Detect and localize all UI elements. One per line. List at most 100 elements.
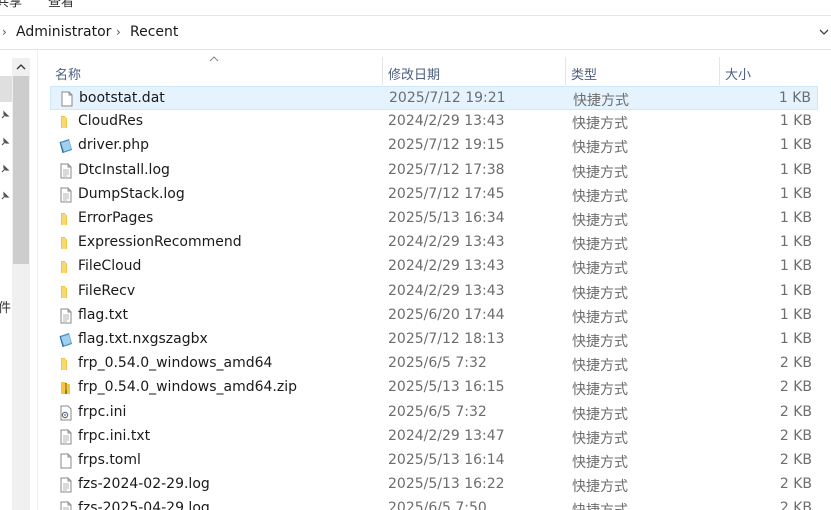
file-type: 快捷方式 (572, 430, 628, 447)
file-name: frp_0.54.0_windows_amd64.zip (78, 379, 298, 396)
file-row[interactable]: DumpStack.log 2025/7/12 17:45 快捷方式 1 KB (50, 183, 818, 207)
folder-icon (61, 237, 67, 250)
file-row[interactable]: frps.toml 2025/5/13 16:14 快捷方式 2 KB (50, 449, 818, 473)
file-size: 1 KB (779, 113, 812, 130)
file-row[interactable]: frp_0.54.0_windows_amd64.zip 2025/5/13 16… (50, 376, 818, 400)
file-row[interactable]: flag.txt 2025/6/20 17:44 快捷方式 1 KB (50, 304, 818, 328)
file-size: 2 KB (779, 427, 812, 444)
scrollbar-thumb[interactable] (13, 76, 29, 264)
chevron-right-icon[interactable]: › (116, 25, 121, 39)
column-date-label: 修改日期 (388, 68, 441, 83)
file-row[interactable]: driver.php 2025/7/12 19:15 快捷方式 1 KB (50, 134, 818, 158)
file-size: 2 KB (779, 355, 812, 372)
file-row[interactable]: ErrorPages 2025/5/13 16:34 快捷方式 1 KB (50, 207, 818, 231)
column-name[interactable]: 名称 (50, 56, 383, 85)
pin-icon[interactable] (0, 164, 10, 174)
ribbon-tabs: 共享 查看 (0, 0, 831, 16)
folder-icon (61, 261, 67, 274)
file-name: frpc.ini.txt (78, 427, 151, 444)
file-type: 快捷方式 (572, 382, 628, 399)
breadcrumb-recent[interactable]: Recent (130, 24, 178, 40)
file-type: 快捷方式 (572, 358, 628, 375)
file-type: 快捷方式 (572, 213, 628, 229)
column-header: 名称 修改日期 类型 大小 (50, 56, 831, 85)
file-row[interactable]: CloudRes 2024/2/29 13:43 快捷方式 1 KB (50, 110, 818, 134)
pin-icon[interactable] (0, 110, 10, 120)
script-file-icon (59, 333, 72, 348)
file-modified-date: 2024/2/29 13:43 (388, 234, 505, 251)
file-modified-date: 2024/2/29 13:43 (388, 258, 505, 275)
column-date[interactable]: 修改日期 (383, 57, 566, 85)
file-size: 2 KB (779, 452, 812, 468)
chevron-right-icon[interactable]: › (2, 25, 7, 39)
chevron-down-icon[interactable] (819, 27, 829, 37)
ribbon-tab-view[interactable]: 查看 (48, 0, 74, 10)
file-row[interactable]: frp_0.54.0_windows_amd64 2025/6/5 7:32 快捷方… (50, 352, 818, 376)
file-row[interactable]: frpc.ini.txt 2024/2/29 13:47 快捷方式 2 KB (50, 425, 818, 449)
file-name: flag.txt (78, 306, 128, 323)
file-name: FileCloud (78, 258, 142, 275)
folder-icon (61, 213, 67, 225)
column-size-label: 大小 (725, 68, 752, 83)
file-modified-date: 2025/7/12 19:15 (388, 137, 505, 154)
file-modified-date: 2025/7/12 17:38 (388, 161, 505, 178)
file-row[interactable]: fzs-2025-04-29.log 2025/6/5 7:50 快捷方式 2 KB (50, 497, 818, 510)
file-size: 1 KB (779, 282, 812, 299)
file-modified-date: 2025/6/20 17:44 (388, 306, 505, 323)
file-type: 快捷方式 (572, 479, 628, 496)
text-file-icon (60, 163, 72, 179)
text-file-icon (60, 187, 72, 203)
pin-icon[interactable] (0, 191, 10, 201)
zip-folder-icon (61, 382, 70, 395)
file-row[interactable]: flag.txt.nxgszagbx 2025/7/12 18:13 快捷方式 1 K… (50, 328, 818, 352)
config-file-icon (60, 405, 72, 421)
nav-item-selected[interactable] (0, 76, 12, 102)
file-type: 快捷方式 (572, 261, 628, 278)
file-name: fzs-2024-02-29.log (78, 476, 210, 493)
file-row[interactable]: FileRecv 2024/2/29 13:43 快捷方式 1 KB (50, 280, 818, 304)
scroll-up-button[interactable] (12, 58, 30, 76)
sort-ascending-icon (209, 56, 219, 62)
file-modified-date: 2024/2/29 13:43 (388, 113, 505, 130)
file-type: 快捷方式 (573, 93, 629, 109)
script-file-icon (59, 139, 72, 154)
file-row[interactable]: fzs-2024-02-29.log 2025/5/13 16:22 快捷方式 2 K… (50, 473, 818, 497)
file-icon (60, 453, 72, 469)
ribbon-tab-share[interactable]: 共享 (0, 0, 22, 10)
file-type: 快捷方式 (572, 237, 628, 254)
file-modified-date: 2025/5/13 16:22 (388, 476, 505, 493)
file-modified-date: 2025/7/12 18:13 (388, 331, 505, 347)
file-type: 快捷方式 (572, 500, 628, 510)
file-type: 快捷方式 (572, 285, 628, 302)
file-modified-date: 2025/5/13 16:14 (388, 452, 505, 468)
file-type: 快捷方式 (572, 406, 628, 423)
file-name: CloudRes (78, 113, 143, 130)
nav-item-partial-label[interactable]: 件 (0, 297, 11, 316)
file-modified-date: 2025/5/13 16:15 (388, 379, 505, 396)
file-modified-date: 2025/7/12 19:21 (389, 90, 506, 106)
column-size[interactable]: 大小 (720, 57, 831, 85)
file-row[interactable]: bootstat.dat 2025/7/12 19:21 快捷方式 1 KB (50, 86, 818, 110)
folder-icon (61, 285, 67, 298)
file-name: DumpStack.log (78, 185, 185, 202)
text-file-icon (60, 501, 72, 510)
address-bar[interactable]: › Administrator › Recent (0, 16, 831, 50)
file-modified-date: 2025/6/5 7:32 (388, 355, 487, 372)
file-row[interactable]: ExpressionRecommend 2024/2/29 13:43 快捷方式 1 … (50, 231, 818, 255)
file-name: frp_0.54.0_windows_amd64 (78, 355, 273, 372)
pin-icon[interactable] (0, 137, 10, 147)
text-file-icon (60, 477, 72, 493)
file-modified-date: 2024/2/29 13:43 (388, 282, 505, 299)
file-size: 1 KB (779, 331, 812, 347)
file-row[interactable]: DtcInstall.log 2025/7/12 17:38 快捷方式 1 KB (50, 159, 818, 183)
column-type[interactable]: 类型 (566, 57, 720, 85)
file-row[interactable]: FileCloud 2024/2/29 13:43 快捷方式 1 KB (50, 255, 818, 279)
column-type-label: 类型 (571, 68, 598, 83)
file-name: FileRecv (78, 282, 136, 299)
file-size: 1 KB (779, 306, 812, 323)
file-size: 1 KB (779, 234, 812, 251)
file-row[interactable]: frpc.ini 2025/6/5 7:32 快捷方式 2 KB (50, 401, 818, 425)
breadcrumb-administrator[interactable]: Administrator (16, 24, 111, 40)
file-type: 快捷方式 (572, 334, 628, 350)
file-size: 2 KB (779, 403, 812, 420)
